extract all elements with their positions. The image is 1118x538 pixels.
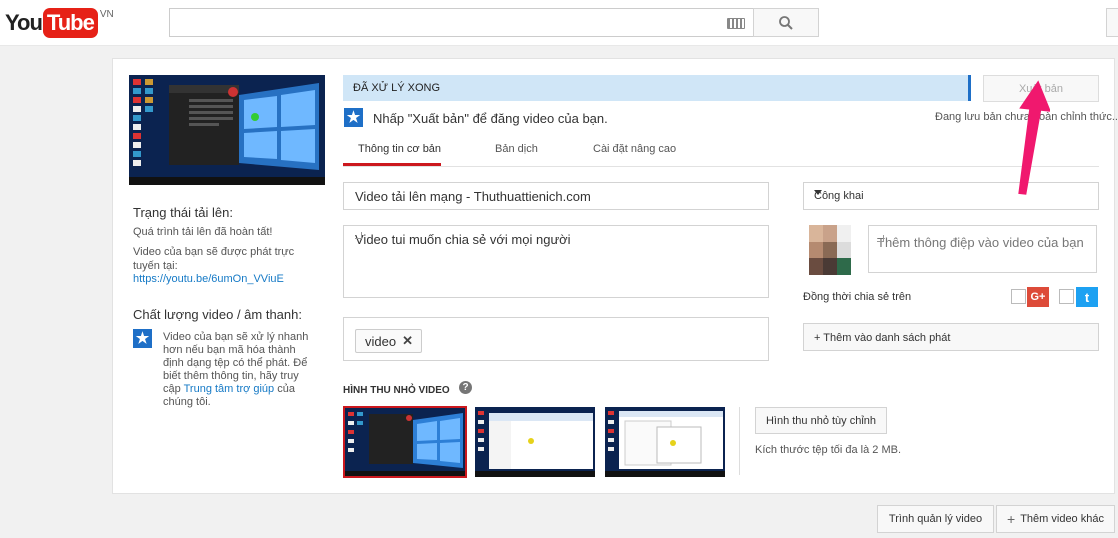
thumbnail-option-1[interactable]	[343, 406, 467, 478]
upload-status-title: Trạng thái tải lên:	[133, 205, 233, 220]
search-icon	[779, 15, 793, 30]
description-value: Video tui muốn chia sẻ với mọi người	[355, 232, 571, 247]
keyboard-icon[interactable]	[727, 18, 745, 29]
add-to-playlist-button[interactable]: + Thêm vào danh sách phát	[803, 323, 1099, 351]
avatar	[809, 225, 851, 275]
search-button[interactable]	[753, 8, 819, 37]
tags-input[interactable]: video ✕	[343, 317, 769, 361]
divider	[739, 407, 740, 475]
share-twitter-checkbox[interactable]	[1059, 289, 1074, 304]
share-message-input[interactable]: Thêm thông điệp vào video của bạn	[868, 225, 1097, 273]
logo-you-text: You	[5, 10, 43, 35]
thumbnail-size-note: Kích thước tệp tối đa là 2 MB.	[755, 444, 902, 456]
masthead: You Tube VN	[0, 0, 1118, 46]
add-more-videos-label: Thêm video khác	[1020, 513, 1104, 525]
playlist-button-label: + Thêm vào danh sách phát	[814, 332, 951, 344]
google-plus-icon: G+	[1027, 287, 1049, 307]
description-textarea[interactable]: Video tui muốn chia sẻ với mọi người	[343, 225, 769, 298]
desktop-screenshot	[129, 75, 325, 185]
help-center-link[interactable]: Trung tâm trợ giúp	[184, 383, 275, 395]
remove-tag-icon[interactable]: ✕	[402, 333, 413, 349]
video-url-link[interactable]: https://youtu.be/6umOn_VViuE	[133, 273, 284, 285]
active-tab-indicator	[343, 163, 441, 166]
tab-advanced-settings[interactable]: Cài đặt nâng cao	[593, 143, 676, 155]
star-icon: ★	[344, 108, 363, 127]
quality-text: Video của bạn sẽ xử lý nhanh hơn nếu bạn…	[163, 331, 313, 409]
share-label: Đồng thời chia sẻ trên	[803, 291, 912, 303]
twitter-icon: t	[1076, 287, 1098, 307]
help-icon[interactable]: ?	[459, 381, 472, 394]
processing-progress-bar: ĐÃ XỬ LÝ XONG	[343, 75, 971, 101]
title-value: Video tải lên mạng - Thuthuattienich.com	[355, 189, 591, 204]
resize-handle[interactable]	[877, 235, 884, 242]
add-more-videos-button[interactable]: + Thêm video khác	[996, 505, 1115, 533]
custom-thumbnail-button[interactable]: Hình thu nhỏ tùy chỉnh	[755, 407, 887, 434]
thumbnails-label: HÌNH THU NHỎ VIDEO	[343, 385, 450, 396]
tag-label: video	[365, 333, 397, 349]
plus-icon: +	[1007, 511, 1016, 527]
tab-basic-info[interactable]: Thông tin cơ bản	[358, 143, 441, 155]
privacy-select[interactable]: Công khai	[803, 182, 1099, 210]
quality-title: Chất lượng video / âm thanh:	[133, 307, 302, 322]
tab-bar: Thông tin cơ bản Bản dịch Cài đặt nâng c…	[343, 135, 1099, 167]
upload-complete-text: Quá trình tải lên đã hoàn tất!	[133, 226, 273, 238]
video-preview[interactable]	[129, 75, 325, 185]
search-input[interactable]	[169, 8, 753, 37]
thumbnail-option-2[interactable]	[475, 407, 595, 477]
upload-card: Trạng thái tải lên: Quá trình tải lên đã…	[112, 58, 1118, 494]
share-gplus-checkbox[interactable]	[1011, 289, 1026, 304]
tag-chip: video ✕	[355, 329, 422, 353]
upload-menu-button[interactable]	[1106, 8, 1118, 37]
video-manager-button[interactable]: Trình quản lý video	[877, 505, 994, 533]
youtube-logo[interactable]: You Tube VN	[5, 8, 114, 38]
logo-tube-text: Tube	[42, 8, 98, 38]
thumbnail-image	[475, 407, 595, 477]
thumbnail-option-3[interactable]	[605, 407, 725, 477]
publish-hint: Nhấp "Xuất bản" để đăng video của bạn.	[373, 111, 608, 126]
resize-handle[interactable]	[355, 232, 362, 239]
tab-translations[interactable]: Bản dịch	[495, 143, 538, 155]
title-input[interactable]: Video tải lên mạng - Thuthuattienich.com	[343, 182, 769, 210]
star-icon: ★	[133, 329, 152, 348]
thumbnail-image	[345, 408, 465, 476]
chevron-down-icon	[814, 190, 822, 195]
annotation-arrow-icon	[1018, 80, 1050, 195]
stream-info-text: Video của bạn sẽ được phát trực tuyến tạ…	[133, 246, 295, 272]
share-message-placeholder: Thêm thông điệp vào video của bạn	[877, 235, 1084, 250]
thumbnail-image	[605, 407, 725, 477]
progress-label: ĐÃ XỬ LÝ XONG	[353, 82, 441, 94]
logo-region: VN	[99, 9, 114, 20]
